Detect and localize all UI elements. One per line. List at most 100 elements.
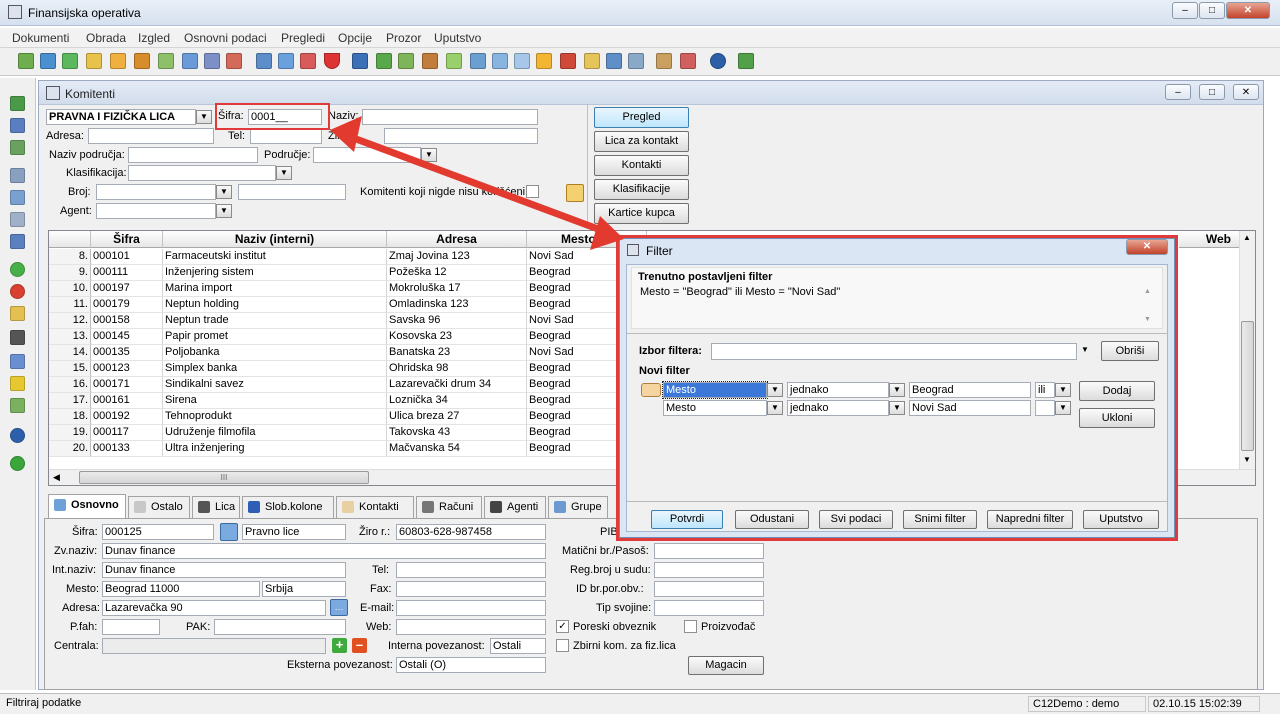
toolbar-icon[interactable] bbox=[680, 53, 696, 69]
zbirni-checkbox[interactable] bbox=[556, 639, 569, 652]
grid-header-naziv[interactable]: Naziv (interni) bbox=[163, 231, 387, 248]
grid-cell-adresa[interactable]: Mokroluška 17 bbox=[387, 281, 527, 297]
drzava-input[interactable]: Srbija bbox=[262, 581, 346, 597]
adresa-input[interactable] bbox=[88, 128, 214, 144]
agent-select[interactable] bbox=[96, 203, 216, 219]
chevron-down-icon[interactable]: ▼ bbox=[216, 204, 232, 218]
mesto-input[interactable]: Beograd 11000 bbox=[102, 581, 260, 597]
tip-lica-input[interactable]: Pravno lice bbox=[242, 524, 346, 540]
grid-cell-adresa[interactable]: Ulica breza 27 bbox=[387, 409, 527, 425]
grid-cell-mesto[interactable]: Beograd bbox=[527, 361, 619, 377]
ziro-input[interactable] bbox=[384, 128, 538, 144]
idbr-input[interactable] bbox=[654, 581, 764, 597]
naziv-input[interactable] bbox=[362, 109, 538, 125]
komitenti-maximize-button[interactable]: □ bbox=[1199, 84, 1225, 100]
grid-cell-mesto[interactable]: Beograd bbox=[527, 409, 619, 425]
filter-icon[interactable] bbox=[10, 376, 25, 391]
grid-cell-mesto[interactable]: Novi Sad bbox=[527, 345, 619, 361]
grid-cell-sifra[interactable]: 000135 bbox=[91, 345, 163, 361]
grid-cell-mesto[interactable]: Novi Sad bbox=[527, 249, 619, 265]
address-lookup-icon[interactable]: … bbox=[330, 599, 348, 616]
grid-cell-sifra[interactable]: 000145 bbox=[91, 329, 163, 345]
chevron-down-icon[interactable]: ▼ bbox=[196, 110, 212, 124]
toolbar-icon[interactable] bbox=[10, 234, 25, 249]
grid-cell-n[interactable]: 14. bbox=[49, 345, 91, 361]
toolbar-icon[interactable] bbox=[446, 53, 462, 69]
menu-osnovni-podaci[interactable]: Osnovni podaci bbox=[184, 31, 267, 45]
grid-cell-adresa[interactable]: Požeška 12 bbox=[387, 265, 527, 281]
toolbar-icon[interactable] bbox=[376, 53, 392, 69]
toolbar-icon[interactable] bbox=[300, 53, 316, 69]
grid-cell-n[interactable]: 15. bbox=[49, 361, 91, 377]
exit-icon[interactable] bbox=[738, 53, 754, 69]
toolbar-icon[interactable] bbox=[10, 118, 25, 133]
regbroj-input[interactable] bbox=[654, 562, 764, 578]
poreski-checkbox[interactable]: ✓ bbox=[556, 620, 569, 633]
toolbar-icon[interactable] bbox=[514, 53, 530, 69]
tel-input[interactable] bbox=[250, 128, 322, 144]
find-icon[interactable] bbox=[10, 330, 25, 345]
user-lookup-icon[interactable] bbox=[566, 184, 584, 202]
toolbar-icon[interactable] bbox=[606, 53, 622, 69]
tab-grupe[interactable]: Grupe bbox=[548, 496, 608, 518]
tab-racuni[interactable]: Računi bbox=[416, 496, 482, 518]
proizvodjac-checkbox[interactable] bbox=[684, 620, 697, 633]
grid-cell-mesto[interactable]: Beograd bbox=[527, 425, 619, 441]
grid-cell-mesto[interactable]: Beograd bbox=[527, 377, 619, 393]
klasifikacije-button[interactable]: Klasifikacije bbox=[594, 179, 689, 200]
scroll-thumb[interactable] bbox=[1241, 321, 1254, 451]
grid-cell-sifra[interactable]: 000133 bbox=[91, 441, 163, 457]
grid-cell-naziv[interactable]: Simplex banka bbox=[163, 361, 387, 377]
detail-tel-input[interactable] bbox=[396, 562, 546, 578]
grid-cell-sifra[interactable]: 000179 bbox=[91, 297, 163, 313]
detail-ziro-input[interactable]: 60803-628-987458 bbox=[396, 524, 546, 540]
grid-cell-mesto[interactable]: Beograd bbox=[527, 329, 619, 345]
pregled-button[interactable]: Pregled bbox=[594, 107, 689, 128]
grid-cell-sifra[interactable]: 000158 bbox=[91, 313, 163, 329]
email-input[interactable] bbox=[396, 600, 546, 616]
toolbar-icon[interactable] bbox=[182, 53, 198, 69]
grid-cell-adresa[interactable]: Mačvanska 54 bbox=[387, 441, 527, 457]
grid-cell-n[interactable]: 18. bbox=[49, 409, 91, 425]
toolbar-icon[interactable] bbox=[278, 53, 294, 69]
tab-lica[interactable]: Lica bbox=[192, 496, 240, 518]
grid-cell-naziv[interactable]: Sirena bbox=[163, 393, 387, 409]
toolbar-icon[interactable] bbox=[422, 53, 438, 69]
grid-cell-mesto[interactable]: Beograd bbox=[527, 441, 619, 457]
grid-cell-adresa[interactable]: Lazarevački drum 34 bbox=[387, 377, 527, 393]
nigde-checkbox[interactable] bbox=[526, 185, 539, 198]
maticni-input[interactable] bbox=[654, 543, 764, 559]
grid-vscrollbar[interactable]: ▲ ▼ bbox=[1239, 231, 1255, 469]
broj-select[interactable] bbox=[96, 184, 216, 200]
grid-header-web[interactable]: Web bbox=[1179, 231, 1239, 248]
grid-cell-naziv[interactable]: Marina import bbox=[163, 281, 387, 297]
grid-cell-n[interactable]: 20. bbox=[49, 441, 91, 457]
grid-cell-sifra[interactable]: 000117 bbox=[91, 425, 163, 441]
toolbar-icon[interactable] bbox=[110, 53, 126, 69]
grid-cell-mesto[interactable]: Beograd bbox=[527, 281, 619, 297]
grid-cell-naziv[interactable]: Neptun holding bbox=[163, 297, 387, 313]
menu-pregledi[interactable]: Pregledi bbox=[281, 31, 325, 45]
toolbar-icon[interactable] bbox=[62, 53, 78, 69]
grid-cell-sifra[interactable]: 000161 bbox=[91, 393, 163, 409]
edit-icon[interactable] bbox=[10, 306, 25, 321]
remove-icon[interactable] bbox=[10, 284, 25, 299]
chevron-down-icon[interactable]: ▼ bbox=[421, 148, 437, 162]
grid-cell-naziv[interactable]: Udruženje filmofila bbox=[163, 425, 387, 441]
minimize-button[interactable]: – bbox=[1172, 2, 1198, 19]
grid-cell-mesto[interactable]: Beograd bbox=[527, 297, 619, 313]
grid-cell-adresa[interactable]: Takovska 43 bbox=[387, 425, 527, 441]
chevron-down-icon[interactable]: ▼ bbox=[276, 166, 292, 180]
grid-cell-naziv[interactable]: Neptun trade bbox=[163, 313, 387, 329]
grid-cell-adresa[interactable]: Savska 96 bbox=[387, 313, 527, 329]
grid-cell-naziv[interactable]: Poljobanka bbox=[163, 345, 387, 361]
grid-cell-sifra[interactable]: 000192 bbox=[91, 409, 163, 425]
help-icon[interactable] bbox=[710, 53, 726, 69]
tab-osnovno[interactable]: Osnovno bbox=[48, 494, 126, 518]
toolbar-icon[interactable] bbox=[10, 398, 25, 413]
pfah-input[interactable] bbox=[102, 619, 160, 635]
print-icon[interactable] bbox=[10, 168, 25, 183]
toolbar-icon[interactable] bbox=[10, 140, 25, 155]
tab-agenti[interactable]: Agenti bbox=[484, 496, 546, 518]
go-icon[interactable] bbox=[10, 456, 25, 471]
